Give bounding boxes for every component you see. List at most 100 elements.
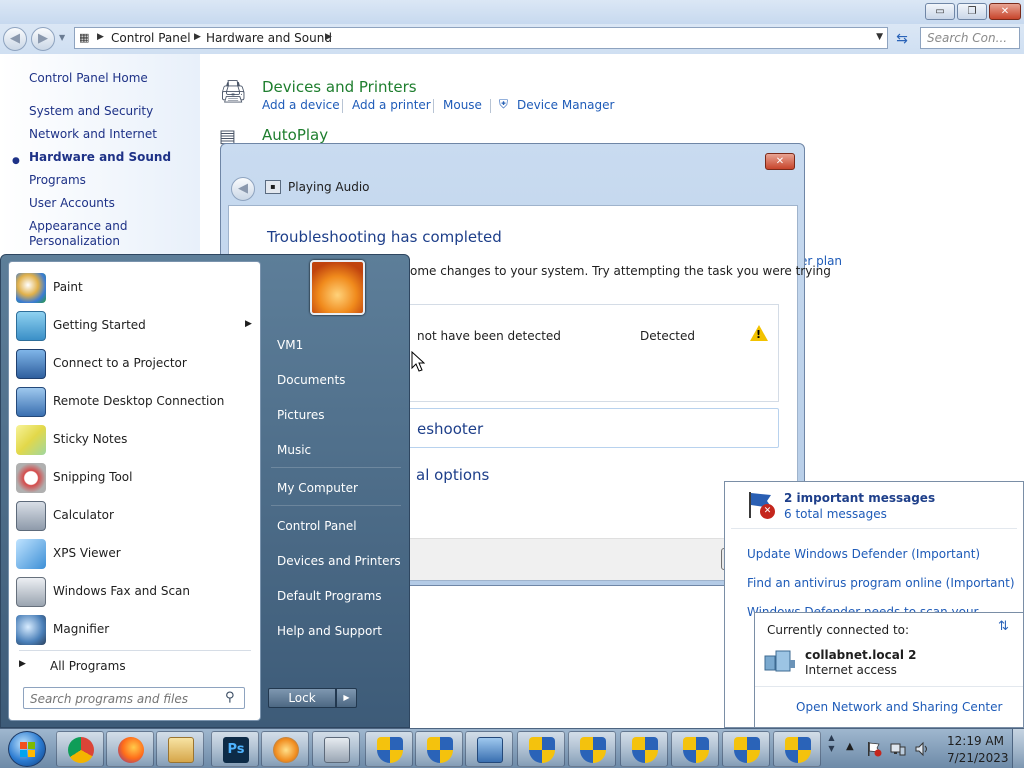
recent-pages-dropdown[interactable]: ▼ bbox=[59, 33, 65, 42]
program-sticky-notes[interactable]: Sticky Notes bbox=[12, 421, 258, 459]
printer-icon[interactable]: 🖨 bbox=[219, 80, 247, 105]
taskbar-security-button[interactable] bbox=[415, 731, 463, 767]
program-snipping-tool[interactable]: Snipping Tool bbox=[12, 459, 258, 497]
program-getting-started[interactable]: Getting Started ▶ bbox=[12, 307, 258, 345]
breadcrumb-separator[interactable]: ▶ bbox=[194, 32, 201, 42]
autoplay-title[interactable]: AutoPlay bbox=[262, 126, 328, 144]
program-xps-viewer[interactable]: XPS Viewer bbox=[12, 535, 258, 573]
start-item-music[interactable]: Music bbox=[277, 443, 311, 457]
breadcrumb-separator[interactable]: ▶ bbox=[325, 32, 332, 42]
volume-tray-icon[interactable] bbox=[914, 741, 930, 757]
taskbar-security-button[interactable] bbox=[568, 731, 616, 767]
program-magnifier[interactable]: Magnifier bbox=[12, 611, 258, 649]
remote-desktop-icon bbox=[477, 737, 503, 763]
devices-and-printers-title[interactable]: Devices and Printers bbox=[262, 78, 417, 96]
sidebar-item-hardware-and-sound[interactable]: Hardware and Sound bbox=[29, 150, 171, 164]
program-calculator[interactable]: Calculator bbox=[12, 497, 258, 535]
clock-time[interactable]: 12:19 AM bbox=[947, 734, 1004, 748]
start-search-box[interactable]: ⚲ bbox=[23, 687, 245, 709]
taskbar-security-button[interactable] bbox=[517, 731, 565, 767]
taskbar-photoshop-button[interactable]: Ps bbox=[211, 731, 259, 767]
show-hidden-icons-icon[interactable]: ▲ bbox=[846, 741, 854, 752]
taskbar-security-button[interactable] bbox=[671, 731, 719, 767]
taskbar-security-button[interactable] bbox=[620, 731, 668, 767]
back-button[interactable]: ◀ bbox=[3, 27, 27, 51]
program-fax-and-scan[interactable]: Windows Fax and Scan bbox=[12, 573, 258, 611]
start-item-control-panel[interactable]: Control Panel bbox=[277, 519, 357, 533]
refresh-icon[interactable]: ⇅ bbox=[998, 619, 1009, 634]
action-center-tray-icon[interactable] bbox=[866, 741, 882, 757]
sidebar-item-personalization[interactable]: Personalization bbox=[29, 234, 120, 248]
mouse-link[interactable]: Mouse bbox=[443, 98, 482, 112]
sidebar-item-control-panel-home[interactable]: Control Panel Home bbox=[29, 71, 148, 85]
warning-icon: ! bbox=[750, 325, 768, 341]
sidebar-item-network-and-internet[interactable]: Network and Internet bbox=[29, 127, 157, 141]
forward-button[interactable]: ▶ bbox=[31, 27, 55, 51]
issue-status: Detected bbox=[640, 329, 696, 343]
start-item-my-computer[interactable]: My Computer bbox=[277, 481, 358, 495]
user-picture[interactable] bbox=[310, 260, 365, 315]
taskbar-calculator-button[interactable] bbox=[312, 731, 360, 767]
program-label: Magnifier bbox=[53, 622, 110, 636]
search-input[interactable]: Search Con... bbox=[920, 27, 1020, 49]
explore-additional-options-link[interactable]: al options bbox=[416, 466, 489, 484]
important-messages-link[interactable]: 2 important messages bbox=[784, 491, 935, 505]
taskbar-scroll-arrows-icon[interactable]: ▲ ▼ bbox=[827, 732, 836, 766]
sidebar-item-user-accounts[interactable]: User Accounts bbox=[29, 196, 115, 210]
find-antivirus-link[interactable]: Find an antivirus program online (Import… bbox=[747, 576, 1015, 590]
start-item-default-programs[interactable]: Default Programs bbox=[277, 589, 382, 603]
network-popup: Currently connected to: ⇅ collabnet.loca… bbox=[754, 612, 1024, 728]
taskbar-security-button[interactable] bbox=[773, 731, 821, 767]
start-item-vm1[interactable]: VM1 bbox=[277, 338, 303, 352]
sidebar-item-appearance[interactable]: Appearance and bbox=[29, 219, 127, 233]
program-remote-desktop[interactable]: Remote Desktop Connection bbox=[12, 383, 258, 421]
taskbar-security-button[interactable] bbox=[365, 731, 413, 767]
lock-button[interactable]: Lock bbox=[268, 688, 336, 708]
refresh-icon[interactable]: ⇆ bbox=[892, 29, 912, 49]
add-a-device-link[interactable]: Add a device bbox=[262, 98, 340, 112]
breadcrumb-control-panel[interactable]: Control Panel bbox=[111, 31, 191, 45]
breadcrumb-hardware-and-sound[interactable]: Hardware and Sound bbox=[206, 31, 332, 45]
start-button[interactable] bbox=[8, 731, 46, 767]
program-connect-to-projector[interactable]: Connect to a Projector bbox=[12, 345, 258, 383]
start-item-documents[interactable]: Documents bbox=[277, 373, 345, 387]
network-sharing-center-link[interactable]: Open Network and Sharing Center bbox=[796, 700, 1002, 714]
taskbar-remote-desktop-button[interactable] bbox=[465, 731, 513, 767]
shutdown-options-arrow-icon[interactable]: ▶ bbox=[336, 688, 357, 708]
clock-date[interactable]: 7/21/2023 bbox=[947, 751, 1009, 765]
program-paint[interactable]: Paint bbox=[12, 269, 258, 307]
device-manager-link[interactable]: Device Manager bbox=[517, 98, 614, 112]
sidebar-item-system-and-security[interactable]: System and Security bbox=[29, 104, 153, 118]
all-programs-button[interactable]: ▶ All Programs bbox=[16, 656, 256, 678]
taskbar-chrome-button[interactable] bbox=[56, 731, 104, 767]
taskbar-security-button[interactable] bbox=[722, 731, 770, 767]
maximize-button[interactable]: ❐ bbox=[957, 3, 987, 20]
issue-label[interactable]: not have been detected bbox=[417, 329, 561, 343]
address-dropdown-icon[interactable]: ▼ bbox=[876, 32, 883, 42]
close-button[interactable]: ✕ bbox=[989, 3, 1021, 20]
taskbar-firefox-button[interactable] bbox=[106, 731, 154, 767]
network-tray-icon[interactable] bbox=[890, 741, 906, 757]
taskbar-explorer-button[interactable] bbox=[156, 731, 204, 767]
taskbar-media-player-button[interactable] bbox=[261, 731, 309, 767]
search-icon[interactable]: ⚲ bbox=[225, 690, 235, 705]
total-messages-link[interactable]: 6 total messages bbox=[784, 507, 887, 521]
start-item-devices-and-printers[interactable]: Devices and Printers bbox=[277, 554, 401, 568]
program-label: Getting Started bbox=[53, 318, 146, 332]
start-item-pictures[interactable]: Pictures bbox=[277, 408, 325, 422]
security-shield-icon bbox=[683, 737, 709, 763]
start-search-input[interactable] bbox=[30, 691, 220, 706]
update-defender-link[interactable]: Update Windows Defender (Important) bbox=[747, 547, 980, 561]
breadcrumb-separator[interactable]: ▶ bbox=[97, 32, 104, 42]
dialog-back-button[interactable]: ◀ bbox=[231, 177, 255, 201]
minimize-button[interactable]: ▭ bbox=[925, 3, 955, 20]
address-bar[interactable]: ▦ ▶ Control Panel ▶ Hardware and Sound ▶… bbox=[74, 27, 888, 49]
dialog-title: Playing Audio bbox=[288, 180, 370, 194]
sidebar-item-programs[interactable]: Programs bbox=[29, 173, 86, 187]
dialog-close-button[interactable]: ✕ bbox=[765, 153, 795, 170]
network-name: collabnet.local 2 bbox=[805, 648, 917, 662]
add-a-printer-link[interactable]: Add a printer bbox=[352, 98, 431, 112]
close-troubleshooter-label: eshooter bbox=[417, 420, 484, 438]
start-item-help-and-support[interactable]: Help and Support bbox=[277, 624, 382, 638]
show-desktop-button[interactable] bbox=[1012, 729, 1024, 768]
